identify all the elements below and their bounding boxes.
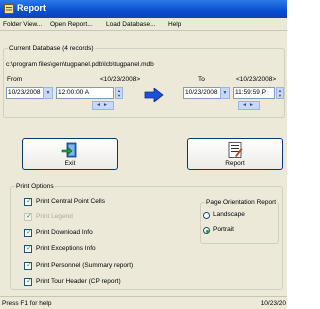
to-nav-buttons[interactable]: ◄►: [238, 101, 260, 110]
from-label: From: [7, 76, 23, 83]
checkbox[interactable]: [24, 244, 32, 253]
option-label: Print Tour Header (CP report): [36, 278, 121, 285]
option-label: Print Exceptions Info: [36, 245, 96, 252]
option-label: Print Download Info: [36, 229, 93, 236]
status-help-text: Press F1 for help: [2, 300, 52, 307]
status-date: 10/23/20: [260, 300, 286, 307]
menu-folder-view[interactable]: Folder View...: [3, 21, 42, 28]
checkbox: [24, 212, 32, 221]
apply-range-arrow-icon[interactable]: [144, 88, 164, 102]
from-nav-buttons[interactable]: ◄►: [92, 101, 114, 110]
menu-load-database[interactable]: Load Database...: [106, 21, 156, 28]
window-title: Report: [17, 3, 46, 13]
menu-help[interactable]: Help: [168, 21, 181, 28]
report-button[interactable]: Report: [187, 138, 283, 170]
exit-button[interactable]: Exit: [22, 138, 118, 170]
option-label: Print Personnel (Summary report): [36, 262, 134, 269]
exit-button-label: Exit: [64, 160, 76, 167]
report-window: Report Folder View... Open Report... Loa…: [0, 0, 287, 309]
from-date-field[interactable]: 10/23/2008: [6, 87, 44, 99]
report-document-icon: [228, 142, 243, 158]
option-label: Print Legend: [36, 213, 73, 220]
landscape-radio[interactable]: [203, 212, 210, 219]
checkbox[interactable]: [24, 277, 32, 286]
exit-door-icon: [61, 142, 77, 158]
checkbox[interactable]: [24, 197, 32, 206]
portrait-radio[interactable]: [203, 227, 210, 234]
status-bar: Press F1 for help 10/23/20: [0, 296, 287, 309]
portrait-label[interactable]: Portrait: [213, 226, 234, 233]
from-date-dropdown[interactable]: ▼: [43, 87, 53, 99]
app-icon: [4, 4, 14, 14]
database-group-title: Current Database (4 records): [8, 45, 95, 52]
print-options-title: Print Options: [15, 183, 55, 190]
to-date-field[interactable]: 10/23/2008: [183, 87, 221, 99]
option-label: Print Central Point Cells: [36, 198, 105, 205]
checkbox[interactable]: [24, 228, 32, 237]
to-time-spinner[interactable]: ▲ ▼: [276, 87, 284, 99]
landscape-label[interactable]: Landscape: [213, 211, 245, 218]
database-path: c:\program files\gen\tugpanel.pdb\lcb\tu…: [6, 61, 154, 68]
from-time-field[interactable]: 12:00:00 A: [56, 87, 114, 99]
to-date-dropdown[interactable]: ▼: [220, 87, 230, 99]
to-time-field[interactable]: 11:59:59 P: [233, 87, 275, 99]
from-time-spinner[interactable]: ▲ ▼: [115, 87, 123, 99]
orientation-group: Page Orientation Report: [200, 199, 279, 244]
report-button-label: Report: [225, 160, 245, 167]
checkbox[interactable]: [24, 261, 32, 270]
title-bar[interactable]: Report: [0, 0, 287, 18]
menu-open-report[interactable]: Open Report...: [50, 21, 93, 28]
menu-bar: Folder View... Open Report... Load Datab…: [0, 18, 287, 31]
to-label: To: [198, 76, 205, 83]
from-range-hint: <10/23/2008>: [100, 76, 141, 83]
to-range-hint: <10/23/2008>: [236, 76, 277, 83]
orientation-title: Page Orientation Report: [205, 199, 278, 206]
